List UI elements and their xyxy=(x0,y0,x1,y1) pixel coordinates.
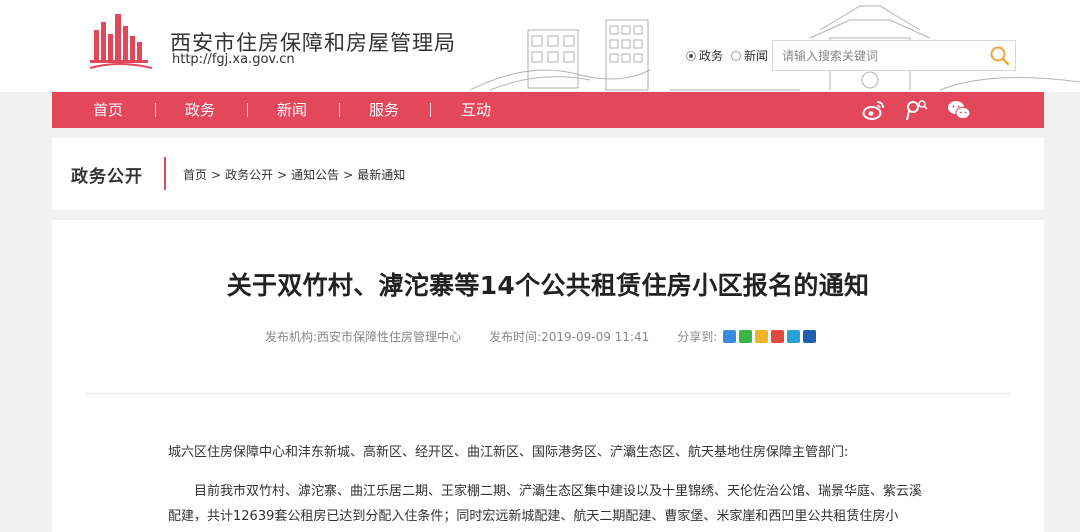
share-icons xyxy=(723,330,817,343)
qzone-icon[interactable] xyxy=(723,330,737,343)
search-scope-group: 政务 新闻 xyxy=(686,47,768,64)
search-box xyxy=(772,40,1016,71)
section-title: 政务公开 xyxy=(71,167,143,187)
article-title: 关于双竹村、滹沱寨等14个公共租赁住房小区报名的通知 xyxy=(226,271,870,300)
nav-item-services[interactable]: 服务 xyxy=(369,92,399,128)
scope-politics-radio[interactable]: 政务 xyxy=(686,47,723,64)
section-accent-bar xyxy=(164,157,166,190)
renren-icon[interactable] xyxy=(803,330,817,343)
nav-item-interact[interactable]: 互动 xyxy=(461,92,491,128)
weibo-icon[interactable] xyxy=(862,99,886,121)
breadcrumb: 首页 > 政务公开 > 通知公告 > 最新通知 xyxy=(183,166,405,183)
share-label: 分享到: xyxy=(677,330,718,344)
scope-news-radio[interactable]: 新闻 xyxy=(731,47,768,64)
nav-divider xyxy=(155,103,156,117)
nav-divider xyxy=(247,103,248,117)
search-input[interactable] xyxy=(773,41,983,70)
article-paragraph: 城六区住房保障中心和沣东新城、高新区、经开区、曲江新区、国际港务区、浐灞生态区、… xyxy=(168,445,849,460)
wechat-share-icon[interactable] xyxy=(739,330,753,343)
article-meta: 发布机构: 西安市保障性住房管理中心 发布时间: 2019-09-09 11:4… xyxy=(265,328,817,345)
main-nav: 首页 政务 新闻 服务 互动 xyxy=(52,92,1044,128)
article-paragraph: 目前我市双竹村、滹沱寨、曲江乐居二期、王家棚二期、浐灞生态区集中建设以及十里锦绣… xyxy=(168,484,923,524)
nav-divider xyxy=(430,103,431,117)
people-icon[interactable] xyxy=(904,99,928,121)
wechat-icon[interactable] xyxy=(947,99,971,121)
radio-unchecked-icon xyxy=(731,50,742,61)
breadcrumb-latest[interactable]: 最新通知 xyxy=(357,168,405,182)
bureau-logo-icon[interactable] xyxy=(86,8,156,74)
qq-icon[interactable] xyxy=(755,330,769,343)
breadcrumb-panel: 政务公开 首页 > 政务公开 > 通知公告 > 最新通知 xyxy=(52,138,1044,210)
breadcrumb-home[interactable]: 首页 xyxy=(183,168,207,182)
scope-politics-label: 政务 xyxy=(699,49,724,63)
breadcrumb-separator: > xyxy=(277,168,288,182)
publisher-label: 发布机构: xyxy=(265,330,318,344)
weibo-share-icon[interactable] xyxy=(771,330,785,343)
radio-checked-icon xyxy=(686,50,696,61)
nav-divider xyxy=(339,103,340,117)
breadcrumb-separator: > xyxy=(343,168,354,182)
breadcrumb-separator: > xyxy=(211,168,222,182)
article-divider xyxy=(85,393,1011,394)
breadcrumb-gov-affairs[interactable]: 政务公开 xyxy=(225,168,273,182)
nav-item-home[interactable]: 首页 xyxy=(93,92,123,128)
breadcrumb-notices[interactable]: 通知公告 xyxy=(291,168,339,182)
nav-item-politics[interactable]: 政务 xyxy=(185,92,215,128)
article-panel: 关于双竹村、滹沱寨等14个公共租赁住房小区报名的通知 发布机构: 西安市保障性住… xyxy=(52,220,1044,532)
search-icon[interactable] xyxy=(989,45,1011,67)
tencent-icon[interactable] xyxy=(787,330,801,343)
date-label: 发布时间: xyxy=(489,330,542,344)
site-header: 西安市住房保障和房屋管理局 http://fgj.xa.gov.cn 政务 新闻… xyxy=(0,0,1080,92)
publish-date: 2019-09-09 11:41 xyxy=(541,329,650,344)
nav-item-news[interactable]: 新闻 xyxy=(277,92,307,128)
site-url: http://fgj.xa.gov.cn xyxy=(172,52,295,67)
publisher-name: 西安市保障性住房管理中心 xyxy=(317,330,462,344)
scope-news-label: 新闻 xyxy=(744,49,769,63)
